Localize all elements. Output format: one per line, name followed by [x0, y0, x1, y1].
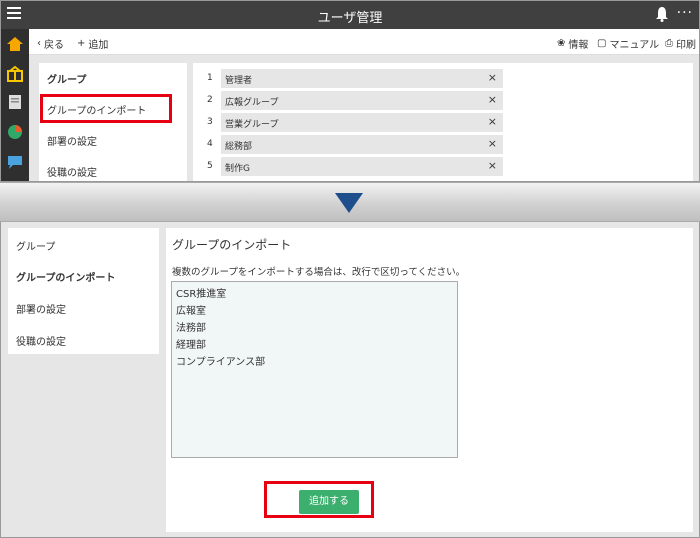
plus-icon: +: [77, 38, 86, 49]
printer-icon: ⎙: [665, 38, 673, 49]
nav-item-position[interactable]: 役職の設定: [47, 164, 97, 179]
remove-icon[interactable]: ×: [488, 115, 497, 128]
remove-icon[interactable]: ×: [488, 71, 497, 84]
highlight-group-import: [40, 94, 172, 123]
back-button[interactable]: ‹ 戻る: [37, 36, 64, 51]
group-chip[interactable]: 管理者 ×: [221, 69, 503, 88]
bottom-screenshot: グループ グループのインポート 部署の設定 役職の設定 グループのインポート 複…: [0, 222, 700, 538]
nav-item-department[interactable]: 部署の設定: [47, 133, 97, 148]
pie-chart-icon[interactable]: [6, 123, 24, 141]
textarea-line: コンプライアンス部: [176, 357, 266, 368]
highlight-add-button: [264, 481, 374, 518]
group-chip[interactable]: 広報グループ ×: [221, 91, 503, 110]
book-icon[interactable]: [6, 93, 24, 111]
nav-item-department[interactable]: 部署の設定: [16, 301, 66, 316]
list-item: 4 総務部 ×: [193, 135, 503, 154]
group-chip[interactable]: 総務部 ×: [221, 135, 503, 154]
top-screenshot: ユーザ管理 ··· ‹ 戻る + 追加 ❀ 情報 ▢ マニュアル ⎙ 印刷 グル…: [0, 0, 700, 182]
textarea-line: CSR推進室: [176, 289, 227, 300]
step-divider: [0, 182, 700, 222]
info-button[interactable]: ❀ 情報: [557, 36, 588, 51]
more-icon[interactable]: ···: [677, 5, 693, 21]
list-item: 5 制作G ×: [193, 157, 503, 176]
nav-item-group[interactable]: グループ: [16, 238, 55, 253]
nav-item-group-import[interactable]: グループのインポート: [16, 269, 115, 284]
remove-icon[interactable]: ×: [488, 137, 497, 150]
nav-item-position[interactable]: 役職の設定: [16, 333, 66, 348]
group-chip[interactable]: 営業グループ ×: [221, 113, 503, 132]
remove-icon[interactable]: ×: [488, 93, 497, 106]
toolbar: ‹ 戻る + 追加 ❀ 情報 ▢ マニュアル ⎙ 印刷: [29, 29, 699, 55]
import-panel: グループのインポート 複数のグループをインポートする場合は、改行で区切ってくださ…: [166, 228, 693, 532]
textarea-line: 広報室: [176, 306, 206, 317]
home-icon[interactable]: [6, 35, 24, 53]
list-item: 1 管理者 ×: [193, 69, 503, 88]
title-bar: ユーザ管理 ···: [1, 1, 699, 29]
nav-item-group[interactable]: グループ: [47, 71, 86, 86]
group-chip[interactable]: 制作G ×: [221, 157, 503, 176]
chevron-left-icon: ‹: [37, 38, 41, 49]
textarea-line: 経理部: [176, 340, 206, 351]
panel-description: 複数のグループをインポートする場合は、改行で区切ってください。: [172, 267, 466, 278]
panel-title: グループのインポート: [172, 238, 292, 252]
import-textarea[interactable]: CSR推進室 広報室 法務部 経理部 コンプライアンス部: [171, 281, 458, 458]
app-rail: [1, 29, 29, 181]
print-button[interactable]: ⎙ 印刷: [665, 36, 696, 51]
bottom-side-nav: グループ グループのインポート 部署の設定 役職の設定: [8, 228, 159, 354]
gift-icon[interactable]: [6, 65, 24, 83]
list-item: 3 営業グループ ×: [193, 113, 503, 132]
group-list: 1 管理者 × 2 広報グループ × 3 営業グループ × 4 総務部 × 5 …: [193, 63, 693, 181]
list-item: 2 広報グループ ×: [193, 91, 503, 110]
info-icon: ❀: [557, 38, 566, 49]
bell-icon[interactable]: [655, 6, 669, 22]
manual-button[interactable]: ▢ マニュアル: [597, 36, 659, 51]
book-open-icon: ▢: [597, 38, 607, 49]
textarea-line: 法務部: [176, 323, 206, 334]
remove-icon[interactable]: ×: [488, 159, 497, 172]
app-title: ユーザ管理: [317, 11, 383, 26]
arrow-down-icon: [335, 193, 363, 213]
chat-icon[interactable]: [6, 153, 24, 171]
add-button[interactable]: + 追加: [77, 36, 108, 51]
